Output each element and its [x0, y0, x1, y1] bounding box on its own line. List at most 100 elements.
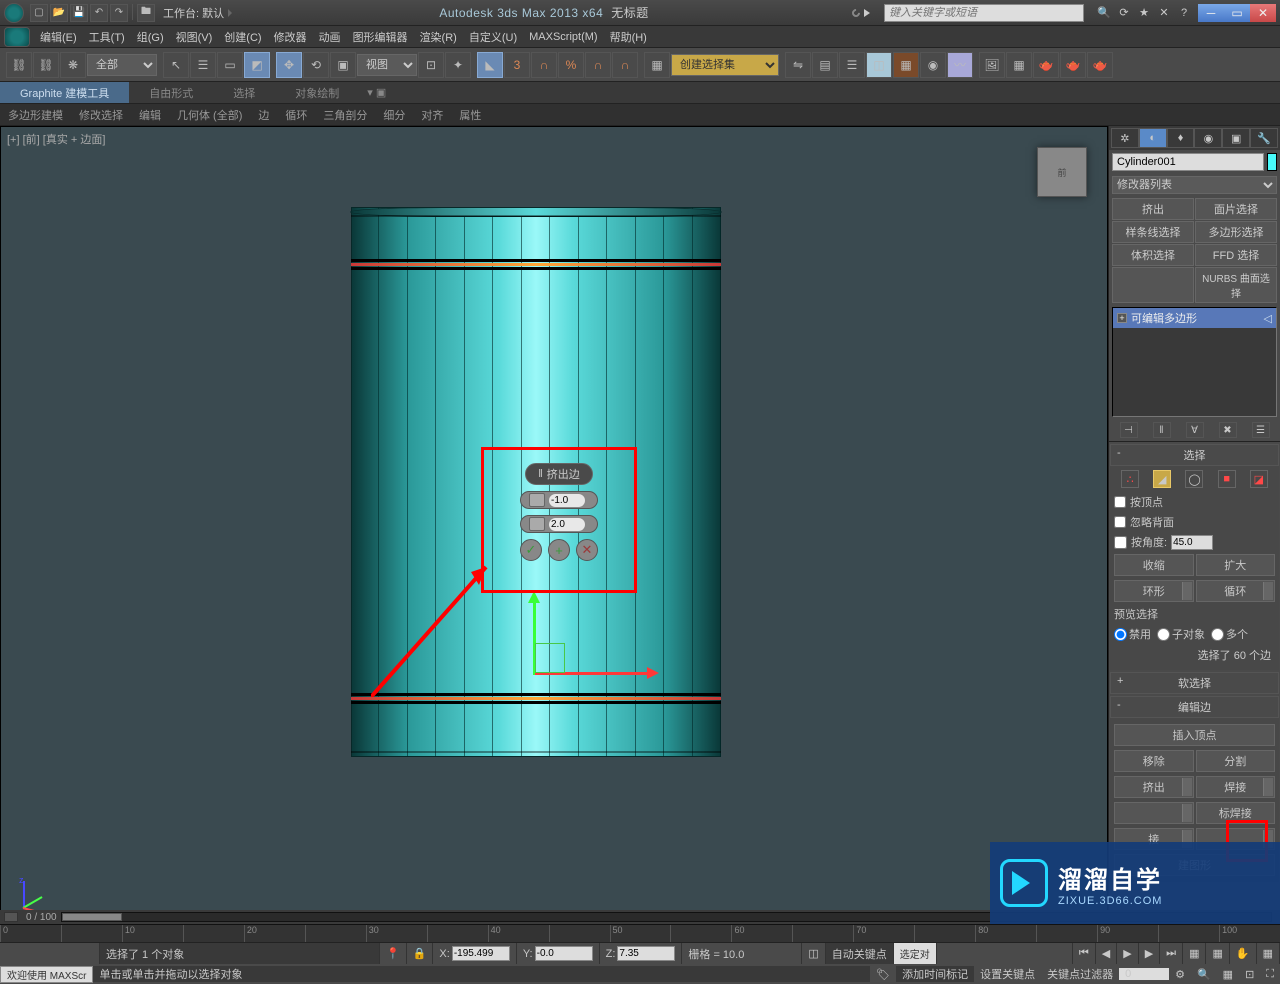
object-name-field[interactable] [1112, 153, 1264, 171]
mod-btn-poly[interactable]: 多边形选择 [1195, 221, 1277, 243]
workspace-label[interactable]: 工作台: 默认 [163, 5, 224, 21]
angle-snap-icon[interactable]: 3 [504, 52, 530, 78]
extrude-settings-icon[interactable] [1182, 778, 1192, 796]
mod-btn-extrude[interactable]: 挤出 [1112, 198, 1194, 220]
mod-btn-spline[interactable]: 样条线选择 [1112, 221, 1194, 243]
menu-create[interactable]: 创建(C) [218, 26, 267, 48]
binoculars-icon[interactable]: 🔍 [1096, 5, 1112, 21]
mod-btn-nurbs[interactable]: NURBS 曲面选择 [1195, 267, 1277, 303]
caddy-cancel-icon[interactable]: ✕ [576, 539, 598, 561]
angle-field[interactable] [1171, 535, 1213, 550]
ref-coord-system[interactable]: 视图 [357, 54, 417, 76]
info-center-icon[interactable] [850, 7, 861, 18]
sync-icon[interactable]: ⟳ [1116, 5, 1132, 21]
select-name-icon[interactable]: ☰ [190, 52, 216, 78]
mod-btn-ffd[interactable]: FFD 选择 [1195, 244, 1277, 266]
menu-view[interactable]: 视图(V) [170, 26, 219, 48]
stack-item-editable-poly[interactable]: + 可编辑多边形 ◁ [1113, 308, 1276, 328]
key-filters-button[interactable]: 关键点过滤器 [1041, 966, 1119, 982]
play-icon[interactable] [864, 9, 874, 17]
caddy-ok-icon[interactable]: ✓ [520, 539, 542, 561]
ribbon-expand-icon[interactable]: ▾ ▣ [367, 86, 386, 99]
weld-button[interactable]: 焊接 [1196, 776, 1276, 798]
script-listener[interactable] [0, 943, 100, 964]
align-icon[interactable]: ▤ [812, 52, 838, 78]
edge-subobj-icon[interactable]: ◢ [1153, 470, 1171, 488]
axis-plane-icon[interactable] [535, 643, 565, 673]
by-vertex-checkbox[interactable]: 按顶点 [1114, 492, 1275, 512]
by-angle-checkbox[interactable] [1114, 536, 1127, 549]
viewport[interactable]: [+] [前] [真实 + 边面] 前 [0, 126, 1108, 932]
exchange-icon[interactable]: ✕ [1156, 5, 1172, 21]
menu-modifiers[interactable]: 修改器 [268, 26, 313, 48]
render-frame-icon[interactable]: ▦ [1006, 52, 1032, 78]
show-end-icon[interactable]: ‖ [1153, 422, 1171, 438]
goto-start-icon[interactable]: ⏮ [1073, 943, 1096, 964]
named-selection-sets[interactable]: 创建选择集 [671, 54, 779, 76]
menu-grapheditors[interactable]: 图形编辑器 [347, 26, 414, 48]
nav-max-icon[interactable]: ⛶ [1260, 968, 1280, 981]
material-editor-icon[interactable]: ◉ [920, 52, 946, 78]
search-input[interactable] [884, 4, 1084, 22]
rollout-edit-edges[interactable]: -编辑边 [1110, 696, 1279, 718]
snap-4-icon[interactable]: ∩ [585, 52, 611, 78]
time-slider-thumb[interactable] [62, 913, 122, 921]
minimize-button[interactable]: ─ [1198, 4, 1224, 22]
rollout-selection[interactable]: -选择 [1110, 444, 1279, 466]
workspace-dropdown-icon[interactable] [228, 9, 236, 17]
render-prod-icon[interactable]: 🫖 [1087, 52, 1113, 78]
move-icon[interactable]: ✥ [276, 52, 302, 78]
open-icon[interactable]: 📂 [50, 4, 68, 22]
y-coord-field[interactable]: Y: [517, 943, 600, 964]
hierarchy-tab-icon[interactable]: ♦ [1167, 128, 1195, 148]
insert-vertex-button[interactable]: 插入顶点 [1114, 724, 1275, 746]
prev-frame-icon[interactable]: ◀ [1096, 943, 1117, 964]
menu-edit[interactable]: 编辑(E) [34, 26, 83, 48]
preview-subobj-radio[interactable]: 子对象 [1157, 626, 1205, 642]
project-icon[interactable]: 🖿 [137, 4, 155, 22]
rotate-icon[interactable]: ⟲ [303, 52, 329, 78]
select-icon[interactable]: ↖ [163, 52, 189, 78]
timeline-config-icon[interactable] [4, 912, 18, 922]
nav-4-icon[interactable]: ▦ [1257, 943, 1280, 964]
nav-fov-icon[interactable]: ⊡ [1239, 968, 1260, 981]
snap-5-icon[interactable]: ∩ [612, 52, 638, 78]
remove-mod-icon[interactable]: ✖ [1219, 422, 1237, 438]
set-key-button[interactable]: 设置关键点 [974, 966, 1041, 982]
layers-icon[interactable]: ☰ [839, 52, 865, 78]
lock-selection-icon[interactable]: 📍 [380, 943, 407, 964]
play-icon[interactable]: ▶ [1117, 943, 1138, 964]
key-mode[interactable]: 选定对 [894, 943, 937, 964]
viewport-label[interactable]: [+] [前] [真实 + 边面] [7, 131, 105, 147]
vertex-subobj-icon[interactable]: ∴ [1121, 470, 1139, 488]
scale-icon[interactable]: ▣ [330, 52, 356, 78]
snap-toggle-icon[interactable]: ◣ [477, 52, 503, 78]
ring-button[interactable]: 环形 [1114, 580, 1194, 602]
redo-icon[interactable]: ↷ [110, 4, 128, 22]
time-tag-icon[interactable]: 🏷 [870, 968, 896, 981]
caddy-apply-icon[interactable]: + [548, 539, 570, 561]
extrude-height-field[interactable] [520, 491, 598, 509]
motion-tab-icon[interactable]: ◉ [1194, 128, 1222, 148]
menu-rendering[interactable]: 渲染(R) [414, 26, 463, 48]
polygon-subobj-icon[interactable]: ■ [1218, 470, 1236, 488]
manipulate-icon[interactable]: ✦ [445, 52, 471, 78]
window-crossing-icon[interactable]: ◩ [244, 52, 270, 78]
time-config-icon[interactable]: ⚙ [1169, 968, 1191, 981]
extrude-width-field[interactable] [520, 515, 598, 533]
mod-btn-patch[interactable]: 面片选择 [1195, 198, 1277, 220]
pin-stack-icon[interactable]: ⊣ [1120, 422, 1138, 438]
nav-2-icon[interactable]: ▦ [1206, 943, 1229, 964]
bind-icon[interactable]: ❋ [60, 52, 86, 78]
create-tab-icon[interactable]: ✲ [1111, 128, 1139, 148]
new-icon[interactable]: ▢ [30, 4, 48, 22]
nav-3-icon[interactable]: ✋ [1230, 943, 1257, 964]
maximize-button[interactable]: ▭ [1224, 4, 1250, 22]
select-rect-icon[interactable]: ▭ [217, 52, 243, 78]
nav-1-icon[interactable]: ▦ [1183, 943, 1206, 964]
menu-help[interactable]: 帮助(H) [604, 26, 653, 48]
star-icon[interactable]: ★ [1136, 5, 1152, 21]
ignore-back-checkbox[interactable]: 忽略背面 [1114, 512, 1275, 532]
shrink-button[interactable]: 收缩 [1114, 554, 1194, 576]
tab-selection[interactable]: 选择 [213, 82, 275, 103]
